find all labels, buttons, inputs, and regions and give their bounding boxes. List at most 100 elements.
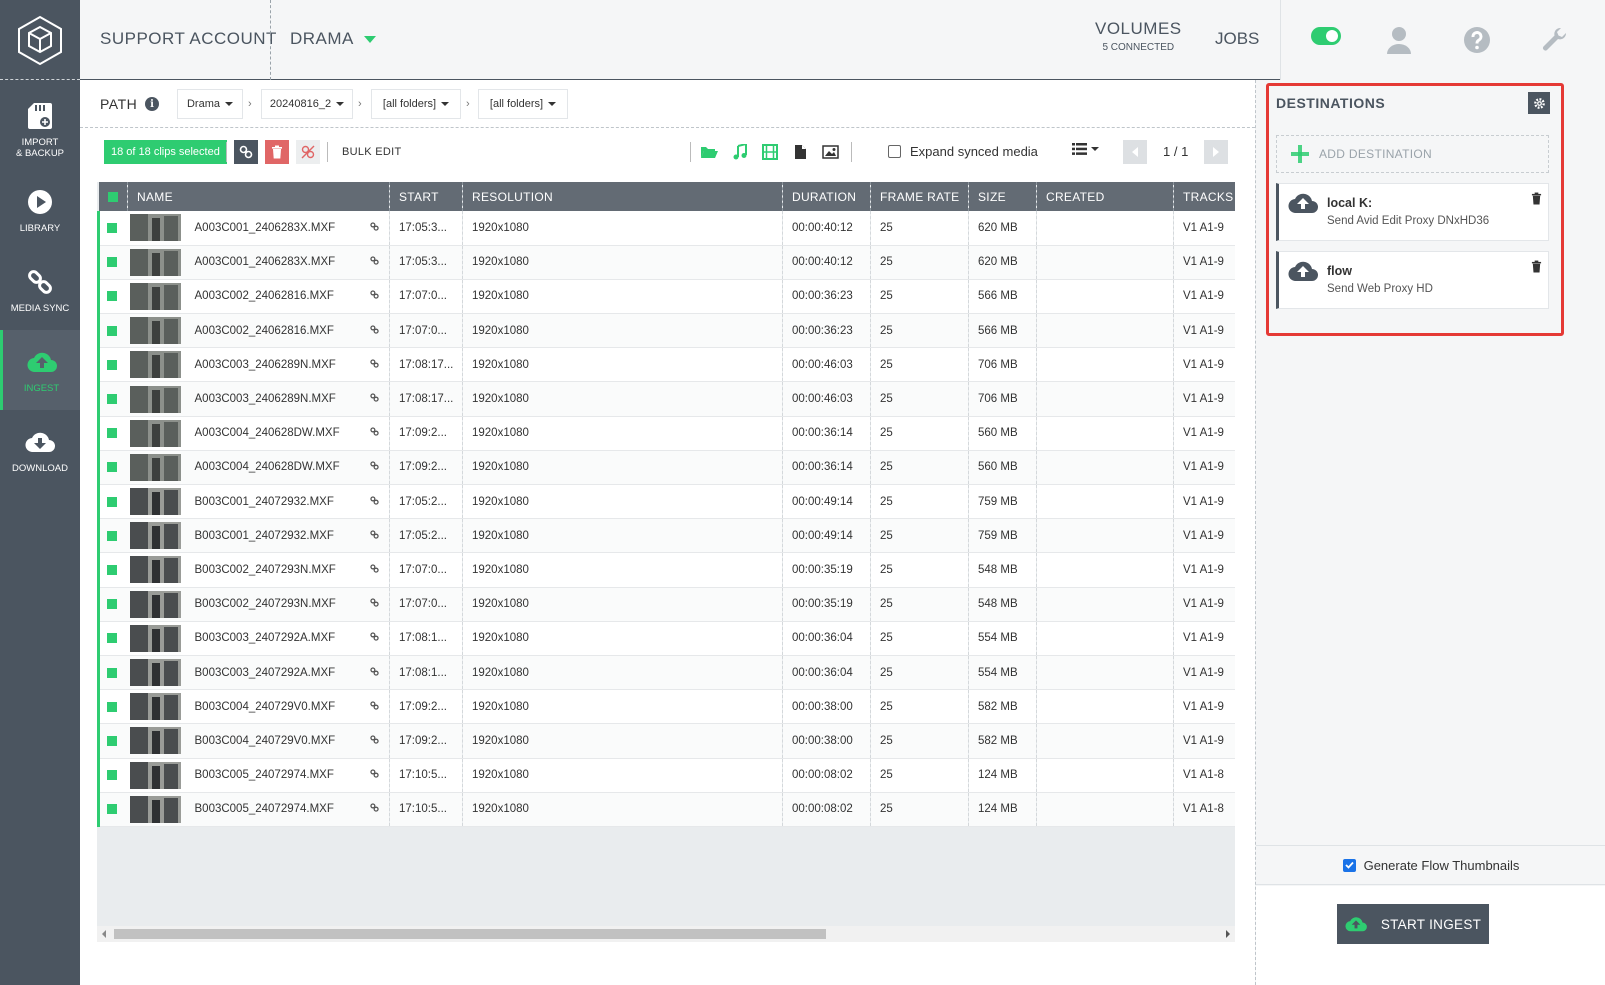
clip-name-cell[interactable]: B003C005_24072974.MXF <box>128 758 364 792</box>
scrollbar-thumb[interactable] <box>114 929 826 939</box>
table-row[interactable]: B003C005_24072974.MXF 17:10:5... 1920x1080… <box>97 758 1235 793</box>
generate-thumbnails-checkbox[interactable]: Generate Flow Thumbnails <box>1256 845 1605 885</box>
checkbox-checked[interactable] <box>107 735 117 746</box>
destination-card-local-k[interactable]: local K: Send Avid Edit Proxy DNxHD36 <box>1276 183 1549 241</box>
add-destination-button[interactable]: ADD DESTINATION <box>1276 135 1549 173</box>
sync-link-cell[interactable] <box>363 655 390 690</box>
path-crumb-date[interactable]: 20240816_2 <box>261 89 353 119</box>
path-crumb-project[interactable]: Drama <box>177 89 243 119</box>
row-checkbox-cell[interactable] <box>97 450 128 485</box>
clip-name-cell[interactable]: B003C001_24072932.MXF <box>128 519 364 553</box>
clip-name-cell[interactable]: B003C003_2407292A.MXF <box>128 621 364 655</box>
checkbox-checked[interactable] <box>107 667 117 678</box>
help-icon[interactable] <box>1459 22 1495 58</box>
checkbox-checked[interactable] <box>107 291 117 302</box>
table-row[interactable]: A003C004_240628DW.MXF 17:09:2... 1920x1080… <box>97 450 1235 485</box>
table-row[interactable]: A003C003_2406289N.MXF 17:08:17... 1920x108… <box>97 381 1235 417</box>
checkbox-checked[interactable] <box>107 222 117 233</box>
sync-link-cell[interactable] <box>363 723 390 758</box>
table-row[interactable]: B003C003_2407292A.MXF 17:08:1... 1920x1080… <box>97 655 1235 690</box>
sync-link-cell[interactable] <box>363 279 390 314</box>
music-note-icon[interactable] <box>729 141 751 163</box>
checkbox-checked[interactable] <box>107 599 117 610</box>
clip-name-cell[interactable]: B003C002_2407293N.MXF <box>128 587 364 621</box>
column-header-name[interactable]: NAME <box>127 182 390 211</box>
checkbox-checked[interactable] <box>107 804 117 815</box>
checkbox-checked[interactable] <box>107 257 117 268</box>
unlink-clips-button[interactable] <box>296 140 320 164</box>
clip-name-cell[interactable]: B003C004_240729V0.MXF <box>128 724 364 758</box>
clip-name-cell[interactable]: A003C004_240628DW.MXF <box>128 416 364 450</box>
row-checkbox-cell[interactable] <box>97 347 128 382</box>
row-checkbox-cell[interactable] <box>97 552 128 588</box>
checkbox-checked[interactable] <box>107 394 117 405</box>
checkbox-checked[interactable] <box>107 496 117 507</box>
clip-name-cell[interactable]: A003C001_2406283X.MXF <box>128 245 364 279</box>
clip-name-cell[interactable]: A003C004_240628DW.MXF <box>128 450 364 484</box>
sync-link-cell[interactable] <box>363 245 390 280</box>
clip-name-cell[interactable]: B003C003_2407292A.MXF <box>128 655 364 689</box>
checkbox-checked[interactable] <box>107 770 117 781</box>
clip-name-cell[interactable]: A003C001_2406283X.MXF <box>128 211 364 245</box>
row-checkbox-cell[interactable] <box>97 723 128 758</box>
table-row[interactable]: A003C001_2406283X.MXF 17:05:3... 1920x1080… <box>97 211 1235 246</box>
sidebar-item-ingest[interactable]: INGEST <box>0 330 80 410</box>
row-checkbox-cell[interactable] <box>97 313 128 348</box>
destinations-settings-button[interactable] <box>1528 92 1550 114</box>
checkbox-checked[interactable] <box>107 701 117 712</box>
wrench-icon[interactable] <box>1537 22 1573 58</box>
clip-name-cell[interactable]: A003C003_2406289N.MXF <box>128 382 364 416</box>
document-icon[interactable] <box>789 141 811 163</box>
row-checkbox-cell[interactable] <box>97 792 128 827</box>
table-row[interactable]: B003C002_2407293N.MXF 17:07:0... 1920x1080… <box>97 552 1235 588</box>
clip-name-cell[interactable]: A003C003_2406289N.MXF <box>128 348 364 382</box>
table-row[interactable]: B003C005_24072974.MXF 17:10:5... 1920x1080… <box>97 792 1235 827</box>
table-row[interactable]: B003C004_240729V0.MXF 17:09:2... 1920x1080… <box>97 723 1235 758</box>
row-checkbox-cell[interactable] <box>97 655 128 690</box>
trash-icon[interactable] <box>1531 192 1542 210</box>
image-icon[interactable] <box>819 141 841 163</box>
table-row[interactable]: A003C004_240628DW.MXF 17:09:2... 1920x1080… <box>97 416 1235 451</box>
bulk-edit-button[interactable]: BULK EDIT <box>342 146 402 158</box>
table-row[interactable]: B003C001_24072932.MXF 17:05:2... 1920x1080… <box>97 484 1235 519</box>
row-checkbox-cell[interactable] <box>97 279 128 314</box>
checkbox-checked[interactable] <box>107 191 118 202</box>
column-header-duration[interactable]: DURATION <box>782 182 871 211</box>
jobs-button[interactable]: JOBS <box>1215 29 1259 49</box>
folder-open-icon[interactable] <box>698 141 720 163</box>
row-checkbox-cell[interactable] <box>97 689 128 724</box>
sync-link-cell[interactable] <box>363 313 390 348</box>
prev-page-button[interactable] <box>1123 140 1147 164</box>
start-ingest-button[interactable]: START INGEST <box>1337 904 1489 944</box>
sync-link-cell[interactable] <box>363 347 390 382</box>
table-row[interactable]: A003C003_2406289N.MXF 17:08:17... 1920x108… <box>97 347 1235 382</box>
horizontal-scrollbar[interactable] <box>97 926 1235 942</box>
sync-link-cell[interactable] <box>363 416 390 451</box>
checkbox-checked[interactable] <box>107 325 117 336</box>
row-checkbox-cell[interactable] <box>97 587 128 622</box>
table-row[interactable]: B003C004_240729V0.MXF 17:09:2... 1920x1080… <box>97 689 1235 724</box>
info-icon[interactable]: i <box>145 97 160 111</box>
sync-link-cell[interactable] <box>363 587 390 622</box>
sync-link-cell[interactable] <box>363 621 390 656</box>
clip-name-cell[interactable]: B003C002_2407293N.MXF <box>128 553 364 587</box>
sync-link-cell[interactable] <box>363 689 390 724</box>
checkbox-checked[interactable] <box>107 633 117 644</box>
app-logo[interactable] <box>0 0 80 80</box>
selection-count-badge[interactable]: 18 of 18 clips selected <box>104 140 227 164</box>
delete-clips-button[interactable] <box>265 140 289 164</box>
sync-link-cell[interactable] <box>363 792 390 827</box>
table-row[interactable]: B003C003_2407292A.MXF 17:08:1... 1920x1080… <box>97 621 1235 656</box>
sync-link-cell[interactable] <box>363 211 390 246</box>
checkbox-unchecked[interactable] <box>888 145 901 158</box>
sync-link-cell[interactable] <box>363 518 390 553</box>
volumes-button[interactable]: VOLUMES 5 CONNECTED <box>1095 19 1182 53</box>
sidebar-item-download[interactable]: DOWNLOAD <box>0 410 80 490</box>
view-mode-dropdown[interactable] <box>1072 143 1099 155</box>
checkbox-checked[interactable] <box>1342 858 1356 872</box>
clip-name-cell[interactable]: B003C005_24072974.MXF <box>128 792 364 826</box>
row-checkbox-cell[interactable] <box>97 758 128 793</box>
expand-synced-checkbox[interactable]: Expand synced media <box>888 144 1038 159</box>
checkbox-checked[interactable] <box>107 428 117 439</box>
column-header-created[interactable]: CREATED <box>1036 182 1174 211</box>
